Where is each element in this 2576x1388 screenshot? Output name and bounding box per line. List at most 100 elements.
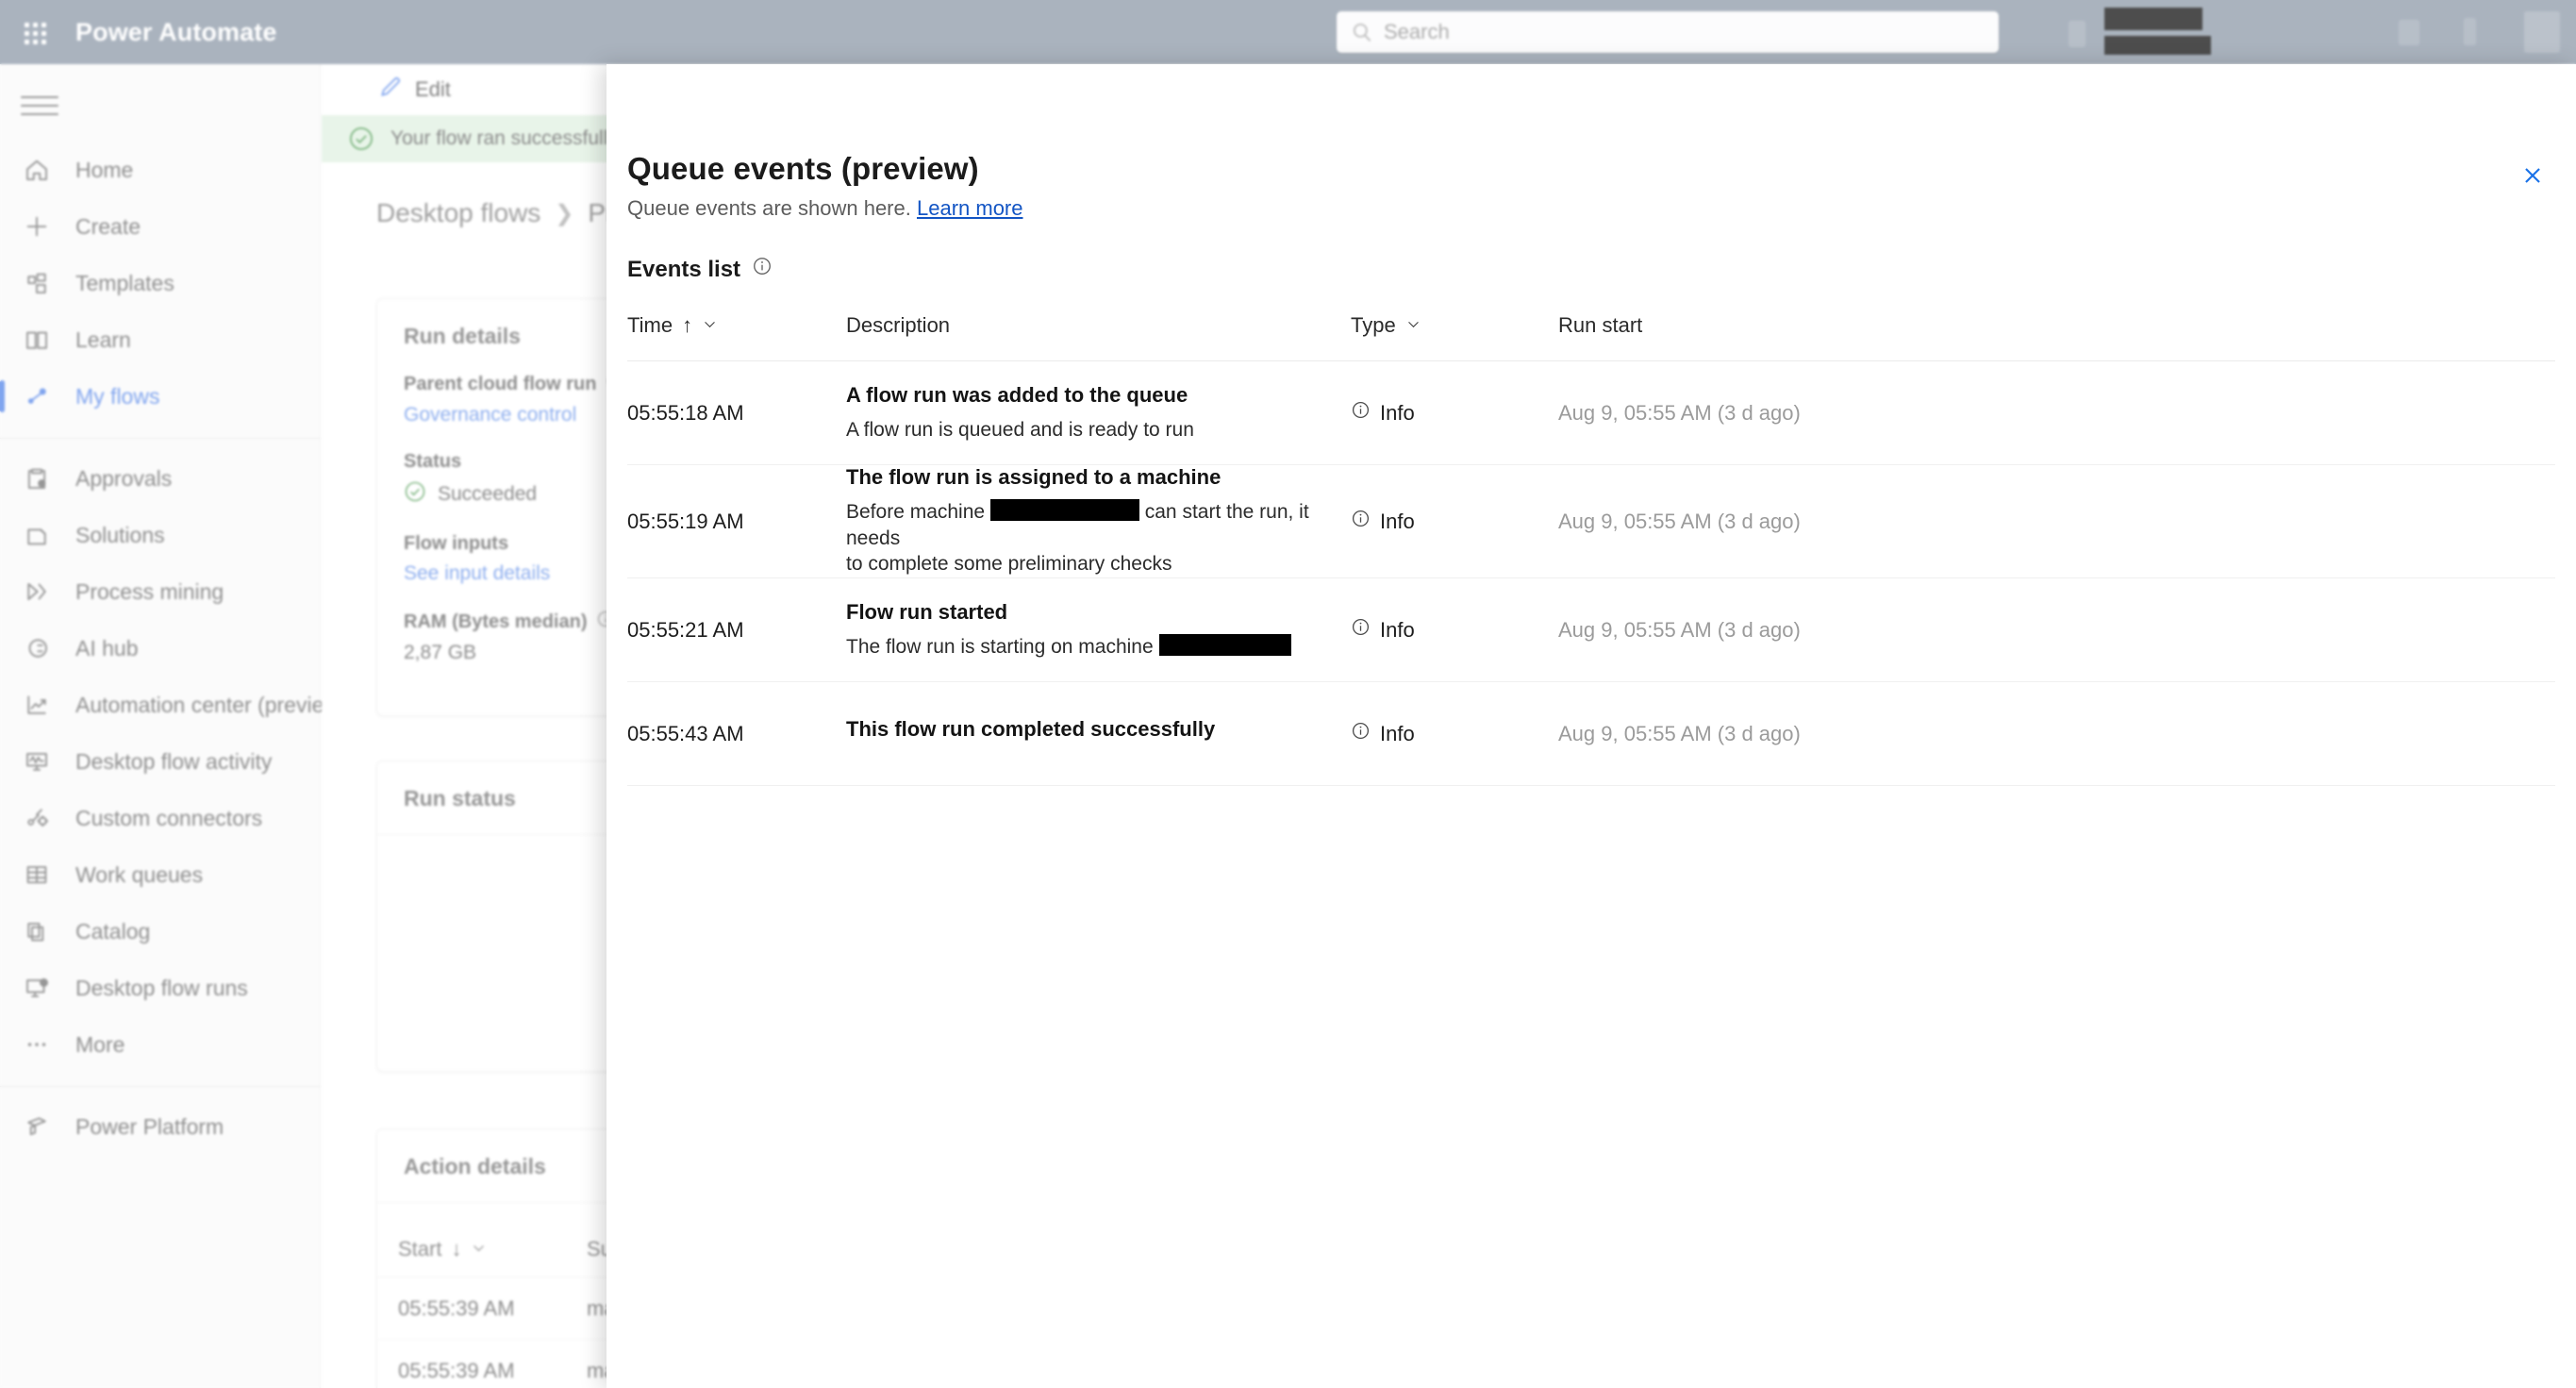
edit-label: Edit — [415, 77, 451, 101]
sidebar-item-more[interactable]: More — [0, 1016, 320, 1073]
chevron-down-icon — [471, 1237, 487, 1262]
column-header-type[interactable]: Type — [1351, 313, 1558, 338]
sidebar-item-create[interactable]: Create — [0, 198, 320, 255]
sidebar-item-catalog[interactable]: Catalog — [0, 903, 320, 960]
sidebar-item-my-flows[interactable]: My flows — [0, 368, 320, 425]
column-header-type-label: Type — [1351, 313, 1396, 337]
event-title: The flow run is assigned to a machine — [846, 465, 1222, 489]
page-title: Queue events (preview) — [627, 151, 979, 186]
sidebar-item-label: Process mining — [75, 578, 224, 604]
chevron-down-icon — [1405, 313, 1421, 338]
sidebar-item-label: Home — [75, 157, 134, 182]
sidebar-item-label: Approvals — [75, 465, 173, 491]
sidebar-item-label: Power Platform — [75, 1113, 224, 1139]
sidebar-item-solutions[interactable]: Solutions — [0, 507, 320, 563]
event-description-cell: Flow run started The flow run is starting… — [846, 600, 1351, 661]
run-detail-value-label: Governance control — [404, 404, 577, 426]
event-run-start: Aug 9, 05:55 AM (3 d ago) — [1558, 509, 1801, 533]
column-header-run-start[interactable]: Run start — [1558, 313, 2555, 338]
events-table-header-row: Time ↑ Description Type Run start — [627, 313, 2555, 361]
sidebar-item-desktop-flow-activity[interactable]: Desktop flow activity — [0, 733, 320, 790]
sidebar-item-process-mining[interactable]: Process mining — [0, 563, 320, 620]
solutions-icon — [21, 519, 53, 551]
run-detail-key-label: Flow inputs — [404, 533, 509, 554]
event-description-line2: to complete some preliminary checks — [846, 553, 1172, 576]
success-message-text: Your flow ran successfully. — [391, 127, 623, 149]
learn-more-link[interactable]: Learn more — [917, 196, 1023, 220]
catalog-icon — [21, 915, 53, 947]
panel-subtitle-text: Queue events are shown here. — [627, 196, 911, 220]
sidebar-item-work-queues[interactable]: Work queues — [0, 846, 320, 903]
search-icon — [1350, 20, 1374, 44]
info-icon — [1351, 721, 1371, 746]
search-input[interactable] — [1384, 20, 1986, 44]
info-icon — [1351, 617, 1371, 643]
event-time: 05:55:43 AM — [627, 721, 744, 745]
hamburger-icon[interactable] — [21, 87, 58, 125]
table-row[interactable]: 05:55:18 AM A flow run was added to the q… — [627, 361, 2555, 465]
redaction-box — [989, 499, 1139, 521]
event-description: Before machine can start the run, it nee… — [846, 499, 1341, 577]
sidebar-item-ai-hub[interactable]: AI hub — [0, 620, 320, 677]
close-icon[interactable] — [2512, 155, 2553, 196]
events-table: Time ↑ Description Type Run start 05:55:… — [627, 313, 2555, 787]
home-icon — [21, 154, 53, 186]
connector-icon — [21, 802, 53, 834]
sidebar-item-desktop-flow-runs[interactable]: Desktop flow runs — [0, 960, 320, 1016]
sidebar-item-approvals[interactable]: Approvals — [0, 450, 320, 507]
sidebar-item-label: Desktop flow activity — [75, 748, 273, 774]
nav-divider — [0, 438, 320, 439]
event-type-label: Info — [1380, 617, 1415, 642]
table-icon — [21, 859, 53, 891]
account-avatar-icon[interactable] — [2524, 11, 2560, 53]
event-type-badge: Info — [1351, 400, 1558, 426]
breadcrumb-item-desktop-flows[interactable]: Desktop flows — [376, 198, 540, 228]
event-run-start: Aug 9, 05:55 AM (3 d ago) — [1558, 400, 1801, 425]
environment-icon[interactable] — [2069, 21, 2086, 47]
event-description-before: A flow run is queued and is ready to run — [846, 418, 1194, 441]
event-time: 05:55:19 AM — [627, 509, 744, 533]
table-row[interactable]: 05:55:21 AM Flow run started The flow run … — [627, 578, 2555, 683]
sidebar-item-custom-connectors[interactable]: Custom connectors — [0, 790, 320, 846]
sidebar-item-label: Work queues — [75, 861, 204, 887]
column-header-run-start-label: Run start — [1558, 313, 1643, 337]
sort-down-icon: ↓ — [451, 1237, 462, 1261]
plus-icon — [21, 210, 53, 242]
column-header-description[interactable]: Description — [846, 313, 1351, 338]
sidebar-item-power-platform[interactable]: Power Platform — [0, 1098, 320, 1155]
column-header-time[interactable]: Time ↑ — [627, 313, 846, 338]
sidebar-item-label: Create — [75, 213, 141, 239]
search-box[interactable] — [1337, 11, 1999, 53]
run-detail-value-label: See input details — [404, 562, 551, 584]
sidebar-item-label: Desktop flow runs — [75, 975, 248, 1000]
app-launcher-icon[interactable] — [19, 18, 47, 46]
table-row[interactable]: 05:55:19 AM The flow run is assigned to a… — [627, 465, 2555, 579]
event-type-badge: Info — [1351, 509, 1558, 534]
events-table-body: 05:55:18 AM A flow run was added to the q… — [627, 361, 2555, 787]
sidebar-item-learn[interactable]: Learn — [0, 311, 320, 368]
event-description-before: The flow run is starting on machine — [846, 635, 1159, 658]
column-header-description-label: Description — [846, 313, 951, 337]
edit-button[interactable]: Edit — [378, 75, 451, 105]
monitor-activity-icon — [21, 745, 53, 778]
event-type-label: Info — [1380, 400, 1415, 425]
table-row[interactable]: 05:55:43 AM This flow run completed succe… — [627, 682, 2555, 787]
events-list-label: Events list — [627, 256, 741, 282]
sidebar-item-automation-center-previe[interactable]: Automation center (previe... — [0, 677, 342, 733]
left-navigation: Home Create Templates Learn My flows Approval… — [0, 64, 342, 1388]
top-header: Power Automate — [0, 0, 2576, 64]
header-redaction-1 — [2104, 8, 2202, 30]
info-icon[interactable] — [752, 256, 773, 283]
sidebar-item-home[interactable]: Home — [0, 142, 320, 198]
event-description-before: Before machine — [846, 501, 990, 523]
action-column-start[interactable]: Start ↓ — [398, 1237, 587, 1262]
event-type-badge: Info — [1351, 721, 1558, 746]
info-icon — [1351, 400, 1371, 426]
gear-icon[interactable] — [2399, 20, 2419, 45]
events-list-heading: Events list — [627, 256, 773, 283]
header-redaction-2 — [2104, 36, 2211, 55]
sidebar-item-templates[interactable]: Templates — [0, 255, 320, 311]
brain-icon — [21, 632, 53, 664]
event-description: The flow run is starting on machine — [846, 633, 1341, 661]
help-icon[interactable] — [2464, 18, 2476, 45]
